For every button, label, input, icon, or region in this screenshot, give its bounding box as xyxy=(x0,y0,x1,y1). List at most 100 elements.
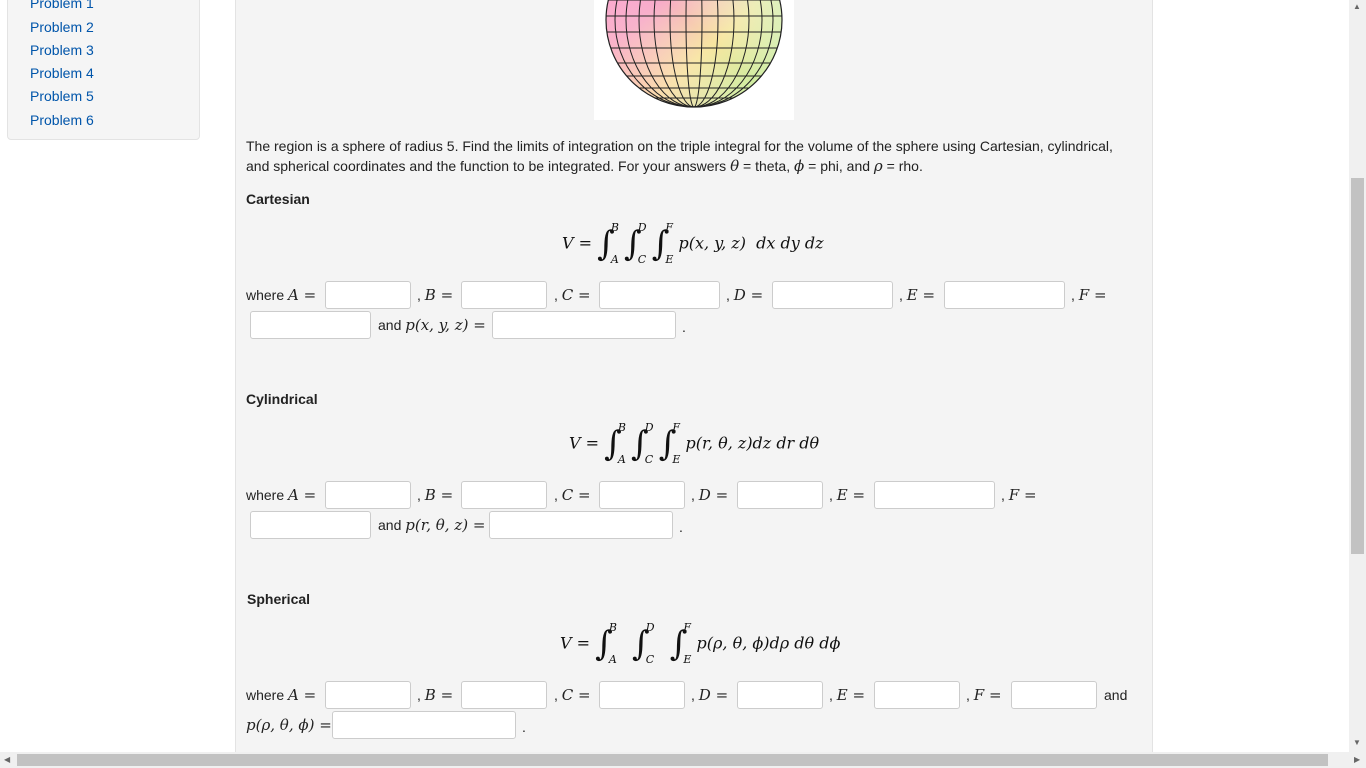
vertical-scroll-thumb[interactable] xyxy=(1351,178,1364,554)
comma: , xyxy=(1001,487,1005,503)
spherical-E-input[interactable] xyxy=(874,681,960,709)
problem-text-line-1: The region is a sphere of radius 5. Find… xyxy=(246,138,1113,154)
comma: , xyxy=(899,287,903,303)
cartesian-B-input[interactable] xyxy=(461,281,547,309)
function-text: p(ρ, θ, ϕ) = xyxy=(246,716,332,734)
comma: , xyxy=(554,687,558,703)
label-F-text: F = xyxy=(1008,486,1037,504)
limit-C: C xyxy=(645,652,655,666)
scroll-up-icon[interactable]: ▲ xyxy=(1353,2,1361,11)
limit-E: E xyxy=(665,252,674,266)
comma: , xyxy=(691,687,695,703)
label-F-text: F = xyxy=(973,686,1002,704)
where-text: where xyxy=(246,287,285,303)
horizontal-scrollbar[interactable]: ◀ ▶ xyxy=(0,752,1366,768)
sidebar-item-problem-2[interactable]: Problem 2 xyxy=(30,19,94,35)
comma: , xyxy=(554,487,558,503)
spherical-D-input[interactable] xyxy=(737,681,823,709)
cartesian-E-input[interactable] xyxy=(944,281,1065,309)
comma: , xyxy=(691,487,695,503)
sphere-image xyxy=(594,0,794,120)
cylindrical-heading: Cylindrical xyxy=(246,391,318,407)
label-C-text: C = xyxy=(561,486,591,504)
problem-nav-sidebar: Problem 1 Problem 2 Problem 3 Problem 4 … xyxy=(7,0,200,140)
limit-B: B xyxy=(617,421,626,434)
label-A: A = xyxy=(288,686,317,704)
label-A: A = xyxy=(288,286,317,304)
and-text: and xyxy=(378,317,402,333)
label-D-text: D = xyxy=(733,286,764,304)
cartesian-D-input[interactable] xyxy=(772,281,893,309)
label-D-text: D = xyxy=(698,486,729,504)
sidebar-item-problem-4[interactable]: Problem 4 xyxy=(30,65,94,81)
cylindrical-F-input[interactable] xyxy=(250,511,371,539)
cylindrical-function-input[interactable] xyxy=(489,511,673,539)
label-E: , E = xyxy=(899,285,935,305)
limit-D: D xyxy=(644,421,654,434)
cylindrical-B-input[interactable] xyxy=(461,481,547,509)
label-D-text: D = xyxy=(698,686,729,704)
comma: , xyxy=(554,287,558,303)
cartesian-A-input[interactable] xyxy=(325,281,411,309)
spherical-C-input[interactable] xyxy=(599,681,685,709)
cartesian-function-input[interactable] xyxy=(492,311,676,339)
sidebar-item-problem-3[interactable]: Problem 3 xyxy=(30,42,94,58)
label-E-text: E = xyxy=(836,486,866,504)
scroll-left-icon[interactable]: ◀ xyxy=(4,755,10,764)
cartesian-F-input[interactable] xyxy=(250,311,371,339)
cylindrical-C-input[interactable] xyxy=(599,481,685,509)
label-F: , F = xyxy=(966,685,1002,705)
period: . xyxy=(679,519,683,535)
horizontal-scroll-thumb[interactable] xyxy=(17,754,1328,766)
where-label: where A = xyxy=(246,685,316,705)
limit-C: C xyxy=(644,452,654,466)
cylindrical-A-input[interactable] xyxy=(325,481,411,509)
problem-text-line-2: and spherical coordinates and the functi… xyxy=(246,156,1141,176)
spherical-A-input[interactable] xyxy=(325,681,411,709)
spherical-F-input[interactable] xyxy=(1011,681,1097,709)
phi-symbol: ϕ xyxy=(794,157,805,175)
differentials: dx dy dz xyxy=(756,233,824,253)
where-label: where A = xyxy=(246,485,316,505)
comma: , xyxy=(966,687,970,703)
theta-symbol: θ xyxy=(730,157,740,175)
scroll-right-icon[interactable]: ▶ xyxy=(1354,755,1360,764)
label-C: , C = xyxy=(554,685,591,705)
comma: , xyxy=(417,487,421,503)
rho-word: rho. xyxy=(898,158,923,174)
label-B: , B = xyxy=(417,485,453,505)
problem-statement: The region is a sphere of radius 5. Find… xyxy=(246,136,1141,176)
scroll-down-icon[interactable]: ▼ xyxy=(1353,738,1361,747)
where-text: where xyxy=(246,487,285,503)
sidebar-item-problem-6[interactable]: Problem 6 xyxy=(30,112,94,128)
limit-D: D xyxy=(645,621,655,634)
comma: , xyxy=(417,687,421,703)
spherical-B-input[interactable] xyxy=(461,681,547,709)
comma: , xyxy=(417,287,421,303)
comma: , xyxy=(726,287,730,303)
label-C-text: C = xyxy=(561,686,591,704)
cylindrical-D-input[interactable] xyxy=(737,481,823,509)
cartesian-C-input[interactable] xyxy=(599,281,720,309)
function-label: and p(x, y, z) = xyxy=(378,315,486,335)
where-text: where xyxy=(246,687,285,703)
equals-sign: = xyxy=(804,158,821,174)
label-B-text: B = xyxy=(424,686,454,704)
spherical-heading: Spherical xyxy=(247,591,311,607)
spherical-function-input[interactable] xyxy=(332,711,516,739)
limit-A: A xyxy=(617,452,626,466)
label-C: , C = xyxy=(554,485,591,505)
label-D: , D = xyxy=(691,685,728,705)
integrand: p(ρ, θ, ϕ)dρ dθ dϕ xyxy=(696,633,841,653)
limit-B: B xyxy=(608,621,617,634)
sidebar-item-problem-1[interactable]: Problem 1 xyxy=(30,0,94,11)
limit-F: F xyxy=(672,421,681,434)
limit-A: A xyxy=(610,252,619,266)
label-F: , F = xyxy=(1001,485,1037,505)
vertical-scrollbar[interactable]: ▲ ▼ xyxy=(1349,0,1366,752)
sidebar-item-problem-5[interactable]: Problem 5 xyxy=(30,88,94,104)
limit-B: B xyxy=(610,221,619,234)
cylindrical-E-input[interactable] xyxy=(874,481,995,509)
comma: , xyxy=(1071,287,1075,303)
label-E-text: E = xyxy=(906,286,936,304)
